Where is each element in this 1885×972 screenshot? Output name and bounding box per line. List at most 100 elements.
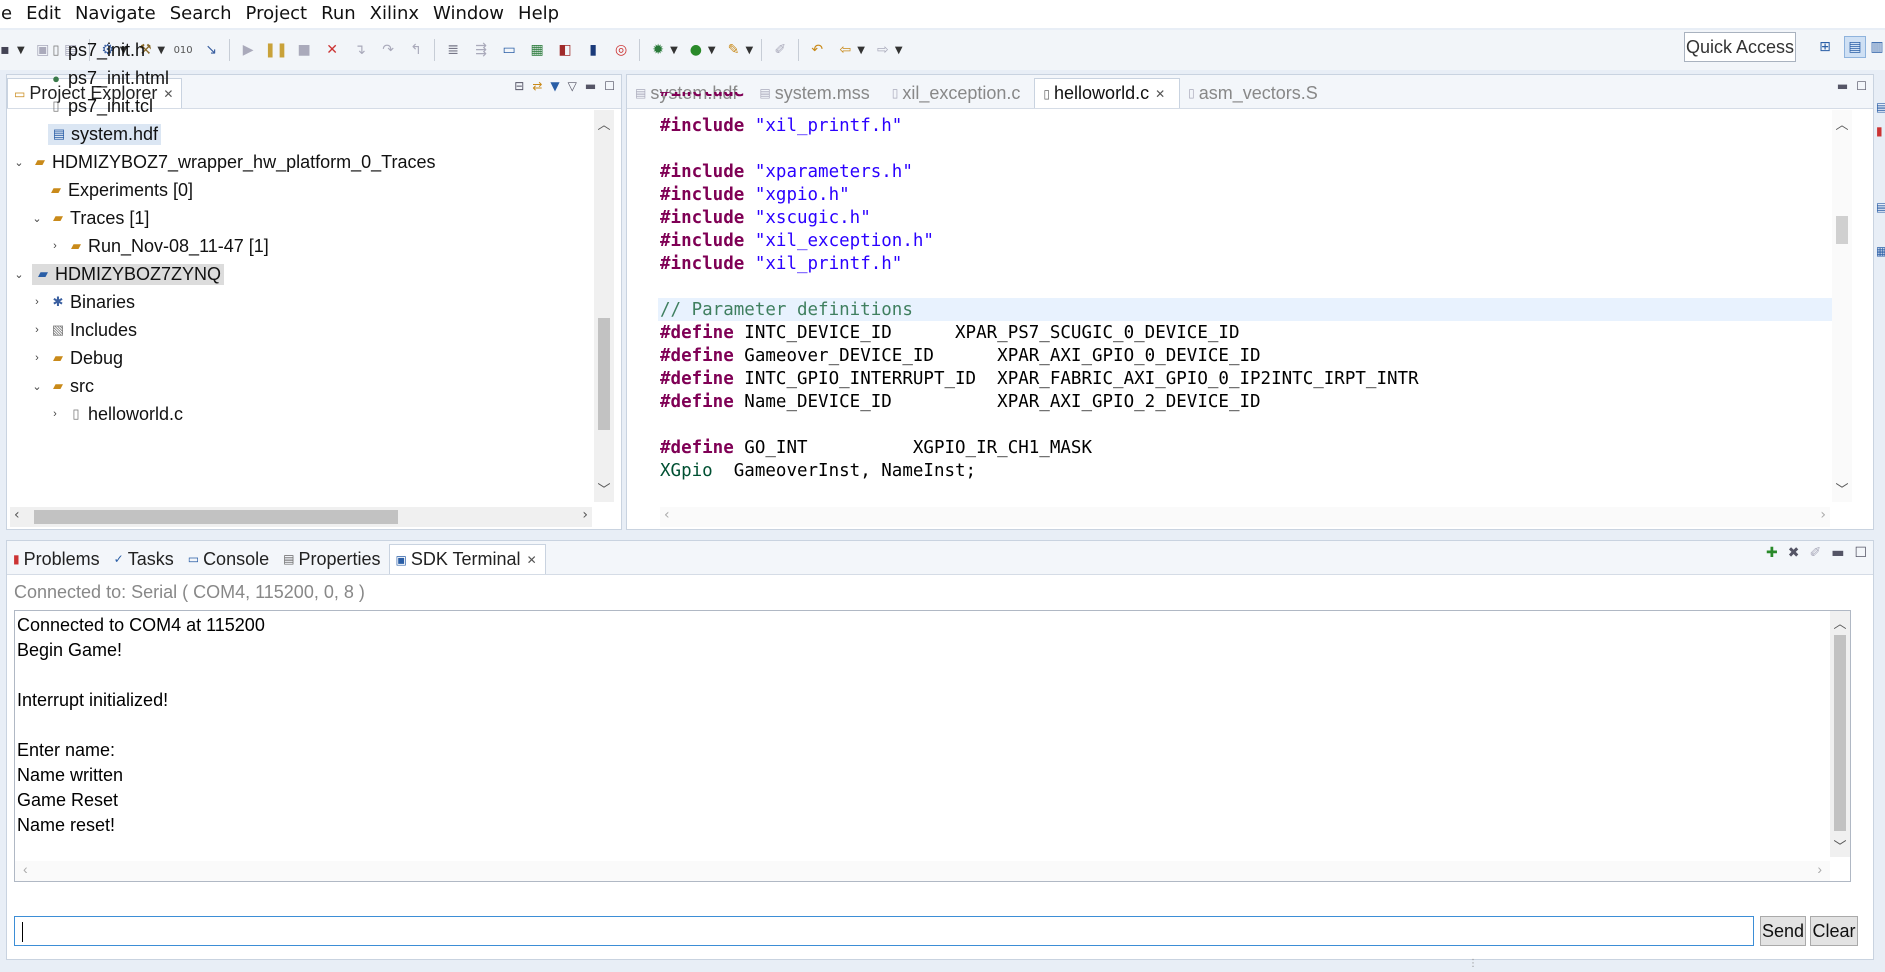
- menu-edit[interactable]: Edit: [19, 0, 68, 28]
- minimize-icon[interactable]: ▬: [1831, 545, 1844, 561]
- chevron-down-icon[interactable]: ⌄: [30, 212, 44, 225]
- scroll-up-icon[interactable]: ︿: [594, 114, 614, 133]
- scroll-left-icon[interactable]: ‹: [664, 507, 670, 523]
- code-line: #define Gameover_DEVICE_ID XPAR_AXI_GPIO…: [660, 345, 1261, 368]
- forward-icon[interactable]: ⇨: [872, 39, 894, 61]
- menu-navigate[interactable]: Navigate: [68, 0, 163, 28]
- scroll-up-icon[interactable]: ︿: [1832, 114, 1852, 133]
- scroll-down-icon[interactable]: ﹀: [594, 479, 614, 498]
- scroll-right-icon[interactable]: ›: [582, 507, 588, 523]
- terminal-vertical-scrollbar[interactable]: ︿ ﹀: [1830, 611, 1850, 857]
- disconnect-terminal-icon[interactable]: ✖: [1788, 545, 1800, 561]
- tree-item-ps7-init-tcl[interactable]: ▯ ps7_init.tcl: [48, 92, 153, 120]
- c-cpp-perspective-icon[interactable]: ▤: [1844, 36, 1866, 58]
- scroll-up-icon[interactable]: ︿: [1830, 613, 1850, 632]
- terminal-line: Name reset!: [17, 815, 116, 835]
- trim-view-icon[interactable]: ▦: [1876, 244, 1885, 258]
- includes-icon: ▧: [51, 322, 65, 337]
- chevron-right-icon[interactable]: ›: [48, 408, 62, 420]
- terminal-output[interactable]: Connected to COM4 at 115200 Begin Game! …: [14, 610, 1851, 882]
- scrollbar-thumb[interactable]: [1834, 635, 1846, 831]
- menu-help[interactable]: Help: [511, 0, 566, 28]
- tree-item-system-hdf[interactable]: ▤ system.hdf: [48, 120, 162, 148]
- tab-properties[interactable]: ▤ Properties: [277, 544, 388, 574]
- maximize-icon[interactable]: ☐: [604, 79, 615, 93]
- menu-search[interactable]: Search: [163, 0, 239, 28]
- terminal-input[interactable]: [14, 916, 1754, 946]
- tree-item-experiments[interactable]: ▰ Experiments [0]: [48, 176, 193, 204]
- scrollbar-thumb[interactable]: [598, 318, 610, 430]
- menu-project[interactable]: Project: [239, 0, 315, 28]
- chevron-down-icon[interactable]: ⌄: [12, 268, 26, 281]
- chevron-down-icon[interactable]: ⌄: [30, 380, 44, 393]
- run-dropdown-icon[interactable]: ▼: [708, 45, 716, 56]
- tree-item-ps7-init-h[interactable]: ▯ ps7_init.h: [48, 36, 145, 64]
- external-tools-icon[interactable]: ✎: [723, 39, 745, 61]
- last-edit-location-icon[interactable]: ↶: [806, 39, 828, 61]
- toggle-mark-icon[interactable]: ✐: [769, 39, 791, 61]
- scrollbar-thumb[interactable]: [34, 510, 398, 524]
- chevron-right-icon[interactable]: ›: [30, 324, 44, 336]
- code-editor[interactable]: #include #include "xil_printf.h" #includ…: [660, 92, 1830, 502]
- tab-tasks[interactable]: ✓ Tasks: [108, 544, 182, 574]
- forward-dropdown-icon[interactable]: ▼: [895, 45, 903, 56]
- chevron-right-icon[interactable]: ›: [30, 352, 44, 364]
- outline-view-icon[interactable]: ▤: [1876, 100, 1885, 114]
- back-dropdown-icon[interactable]: ▼: [857, 45, 865, 56]
- add-terminal-icon[interactable]: ✚: [1766, 545, 1778, 561]
- tab-problems[interactable]: ▮ Problems: [7, 544, 108, 574]
- scroll-right-icon[interactable]: ›: [1817, 861, 1822, 877]
- tree-item-binaries[interactable]: › ✱ Binaries: [30, 288, 135, 316]
- menu-window[interactable]: Window: [426, 0, 511, 28]
- menu-xilinx[interactable]: Xilinx: [363, 0, 426, 28]
- tree-item-ps7-init-html[interactable]: ● ps7_init.html: [48, 64, 169, 92]
- debug-perspective-icon[interactable]: ▥: [1866, 36, 1885, 58]
- tree-item-helloworld-c[interactable]: › ▯ helloworld.c: [48, 400, 183, 428]
- scroll-right-icon[interactable]: ›: [1820, 507, 1826, 523]
- terminal-horizontal-scrollbar[interactable]: ‹ ›: [15, 861, 1830, 881]
- minimize-icon[interactable]: ▬: [1837, 79, 1848, 93]
- toolbar-separator: [798, 39, 800, 61]
- tree-item-traces-project[interactable]: ⌄ ▰ HDMIZYBOZ7_wrapper_hw_platform_0_Tra…: [12, 148, 435, 176]
- chevron-down-icon[interactable]: ⌄: [12, 156, 26, 169]
- back-icon[interactable]: ⇦: [834, 39, 856, 61]
- explorer-vertical-scrollbar[interactable]: ︿ ﹀: [594, 110, 614, 502]
- editor-horizontal-scrollbar[interactable]: ‹ ›: [660, 507, 1830, 527]
- menu-run[interactable]: Run: [314, 0, 363, 28]
- clear-button[interactable]: Clear: [1810, 916, 1858, 946]
- scrollbar-thumb[interactable]: [1836, 216, 1848, 244]
- tree-item-run[interactable]: › ▰ Run_Nov-08_11-47 [1]: [48, 232, 269, 260]
- menu-file[interactable]: le: [0, 0, 19, 28]
- clear-terminal-icon[interactable]: ✐: [1809, 545, 1821, 561]
- run-icon[interactable]: ●: [685, 39, 707, 61]
- scroll-down-icon[interactable]: ﹀: [1832, 479, 1852, 498]
- quick-access-field[interactable]: Quick Access: [1684, 32, 1796, 62]
- open-perspective-icon[interactable]: ⊞: [1814, 36, 1836, 58]
- problems-trim-icon[interactable]: ▮: [1876, 124, 1883, 138]
- scroll-left-icon[interactable]: ‹: [14, 507, 20, 523]
- scroll-down-icon[interactable]: ﹀: [1830, 836, 1850, 855]
- maximize-icon[interactable]: ☐: [1856, 79, 1867, 93]
- tree-item-app-project[interactable]: ⌄ ▰ HDMIZYBOZ7ZYNQ: [12, 260, 225, 288]
- tab-console[interactable]: ▭ Console: [182, 544, 277, 574]
- editor-vertical-scrollbar[interactable]: ︿ ﹀: [1832, 110, 1852, 502]
- tree-item-traces[interactable]: ⌄ ▰ Traces [1]: [30, 204, 149, 232]
- tree-item-debug[interactable]: › ▰ Debug: [30, 344, 123, 372]
- chevron-right-icon[interactable]: ›: [48, 240, 62, 252]
- maximize-icon[interactable]: ☐: [1854, 545, 1867, 561]
- code-line: #define INTC_GPIO_INTERRUPT_ID XPAR_FABR…: [660, 368, 1419, 391]
- scroll-left-icon[interactable]: ‹: [23, 861, 28, 877]
- trim-view-icon[interactable]: ▤: [1876, 200, 1885, 214]
- tree-item-includes[interactable]: › ▧ Includes: [30, 316, 137, 344]
- tab-sdk-terminal[interactable]: ▣ SDK Terminal ✕: [388, 544, 546, 574]
- tree-item-src[interactable]: ⌄ ▰ src: [30, 372, 94, 400]
- chevron-right-icon[interactable]: ›: [30, 296, 44, 308]
- code-comment: // Parameter definitions: [660, 300, 913, 320]
- explorer-horizontal-scrollbar[interactable]: ‹ ›: [10, 507, 592, 527]
- external-tools-dropdown-icon[interactable]: ▼: [746, 45, 754, 56]
- debug-icon[interactable]: ✹: [647, 39, 669, 61]
- debug-dropdown-icon[interactable]: ▼: [670, 45, 678, 56]
- send-button[interactable]: Send: [1760, 916, 1806, 946]
- target-connection-icon[interactable]: ◎: [610, 39, 632, 61]
- close-icon[interactable]: ✕: [527, 553, 537, 567]
